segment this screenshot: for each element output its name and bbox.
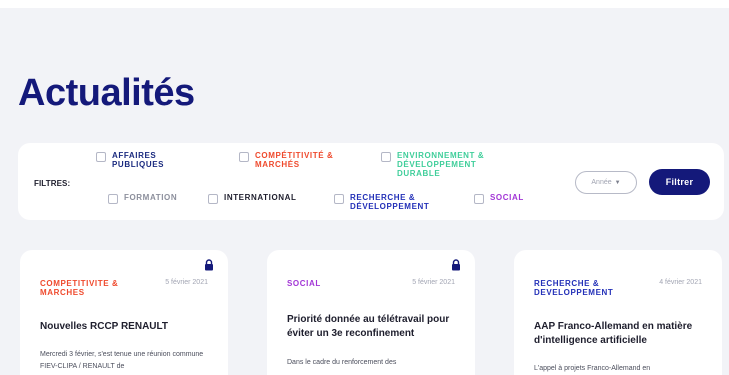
article-category: RECHERCHE & DEVELOPPEMENT (534, 279, 614, 297)
filter-label: RECHERCHE & DÉVELOPPEMENT (350, 193, 430, 211)
article-excerpt: Dans le cadre du renforcement des (287, 359, 397, 366)
filter-international[interactable]: INTERNATIONAL (208, 193, 297, 204)
article-title: Nouvelles RCCP RENAULT (40, 321, 168, 332)
checkbox[interactable] (208, 194, 218, 204)
checkbox[interactable] (334, 194, 344, 204)
checkbox[interactable] (108, 194, 118, 204)
page-title: Actualités (18, 72, 195, 114)
lock-icon (452, 259, 460, 271)
filter-label: SOCIAL (490, 193, 524, 202)
lock-icon (205, 259, 213, 271)
filter-environnement[interactable]: ENVIRONNEMENT & DÉVELOPPEMENT DURABLE (381, 151, 502, 178)
checkbox[interactable] (474, 194, 484, 204)
checkbox[interactable] (381, 152, 391, 162)
article-title: Priorité donnée au télétravail pour évit… (287, 314, 450, 339)
filter-formation[interactable]: FORMATION (108, 193, 177, 204)
article-title: AAP Franco-Allemand en matière d'intelli… (534, 321, 693, 346)
article-date: 4 février 2021 (659, 279, 702, 286)
article-date: 5 février 2021 (412, 279, 455, 286)
filter-label: COMPÉTITIVITÉ & MARCHÉS (255, 151, 334, 169)
filter-label: AFFAIRES PUBLIQUES (112, 151, 165, 169)
article-card[interactable]: COMPETITIVITE & MARCHES 5 février 2021 N… (20, 250, 228, 375)
article-date: 5 février 2021 (165, 279, 208, 286)
filter-affaires-publiques[interactable]: AFFAIRES PUBLIQUES (96, 151, 182, 169)
filter-competitivite-marches[interactable]: COMPÉTITIVITÉ & MARCHÉS (239, 151, 365, 169)
article-card[interactable]: RECHERCHE & DEVELOPPEMENT 4 février 2021… (514, 250, 722, 375)
filter-panel: FILTRES: AFFAIRES PUBLIQUES COMPÉTITIVIT… (18, 143, 724, 220)
filter-button[interactable]: Filtrer (649, 169, 710, 195)
article-card[interactable]: SOCIAL 5 février 2021 Priorité donnée au… (267, 250, 475, 375)
article-excerpt: L'appel à projets Franco-Allemand en (534, 365, 651, 372)
filter-label: ENVIRONNEMENT & DÉVELOPPEMENT DURABLE (397, 151, 485, 178)
checkbox[interactable] (96, 152, 106, 162)
filter-recherche-developpement[interactable]: RECHERCHE & DÉVELOPPEMENT (334, 193, 460, 211)
filters-label: FILTRES: (34, 179, 71, 188)
filter-social[interactable]: SOCIAL (474, 193, 524, 204)
article-excerpt: Mercredi 3 février, s'est tenue une réun… (40, 351, 204, 370)
filter-label: FORMATION (124, 193, 178, 202)
checkbox[interactable] (239, 152, 249, 162)
year-select-value: Année (591, 179, 612, 186)
header-strip (0, 0, 729, 8)
filter-label: INTERNATIONAL (224, 193, 297, 202)
article-category: COMPETITIVITE & MARCHES (40, 279, 119, 297)
chevron-down-icon: ▼ (614, 179, 621, 186)
year-select[interactable]: Année ▼ (575, 171, 637, 194)
article-category: SOCIAL (287, 279, 321, 288)
